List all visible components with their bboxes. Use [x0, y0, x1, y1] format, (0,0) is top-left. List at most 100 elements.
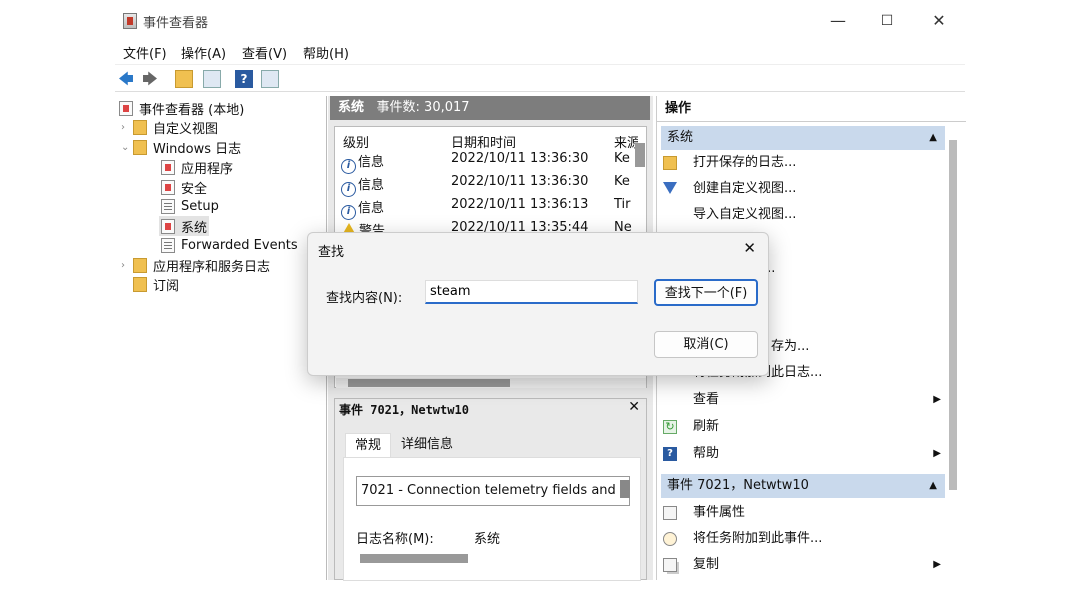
folder-icon — [133, 119, 147, 135]
action-label: 将任务附加到此事件... — [693, 531, 823, 546]
section-label: 系统 — [667, 130, 694, 145]
menu-action[interactable]: 操作(A) — [181, 43, 226, 62]
event-detail-body: 7021 - Connection telemetry fields and a… — [343, 457, 641, 581]
maximize-button[interactable]: ☐ — [867, 6, 907, 36]
open-folder-icon — [663, 156, 677, 170]
tree-label-subscriptions: 订阅 — [153, 278, 180, 294]
tree-item-application[interactable]: 应用程序 — [161, 157, 233, 177]
log-icon — [161, 218, 175, 234]
event-count: 事件数: 30,017 — [376, 100, 470, 115]
submenu-arrow-icon: ▶ — [933, 394, 941, 405]
tree-label-forwarded: Forwarded Events — [181, 237, 298, 253]
detail-hscrollbar[interactable] — [360, 554, 468, 563]
action-label: 查看 — [693, 392, 720, 407]
tree-item-system[interactable]: 系统 — [161, 216, 207, 236]
action-event-properties[interactable]: 事件属性 — [663, 502, 947, 524]
action-import-custom-view[interactable]: 导入自定义视图... — [663, 204, 947, 226]
log-name-value: 系统 — [474, 532, 501, 547]
log-document-icon — [161, 198, 175, 214]
action-label: 打开保存的日志... — [693, 155, 797, 170]
show-hide-tree-icon[interactable] — [203, 70, 221, 88]
actions-header: 操作 — [657, 96, 966, 122]
table-row[interactable]: i 信息 2022/10/11 13:36:30 Ke — [335, 149, 646, 174]
chevron-right-icon[interactable]: › — [121, 260, 133, 271]
navigation-tree: 事件查看器 (本地) › 自定义视图 ⌄ Windows 日志 应用程序 安全 … — [115, 96, 327, 580]
action-label: 存为... — [771, 339, 810, 354]
tree-item-subscriptions[interactable]: 订阅 — [133, 274, 179, 294]
tree-label-custom-views: 自定义视图 — [153, 121, 219, 137]
action-refresh[interactable]: ↻ 刷新 — [663, 416, 947, 438]
actions-section-event[interactable]: 事件 7021，Netwtw10 ▲ — [661, 474, 945, 498]
action-attach-task-event[interactable]: 将任务附加到此事件... — [663, 528, 947, 550]
action-label: 创建自定义视图... — [693, 181, 797, 196]
submenu-arrow-icon: ▶ — [933, 559, 941, 570]
log-icon — [161, 179, 175, 195]
menu-file[interactable]: 文件(F) — [123, 43, 167, 62]
tree-item-windows-logs[interactable]: ⌄ Windows 日志 — [121, 137, 241, 157]
action-label: 事件属性 — [693, 505, 746, 520]
close-button[interactable]: ✕ — [919, 6, 959, 36]
collapse-caret-icon[interactable]: ▲ — [929, 474, 937, 498]
folder-open-icon — [133, 139, 147, 155]
minimize-button[interactable]: — — [818, 6, 858, 36]
event-description[interactable]: 7021 - Connection telemetry fields and a — [356, 476, 630, 506]
chevron-down-icon[interactable]: ⌄ — [121, 142, 133, 153]
actions-scrollbar[interactable] — [949, 140, 957, 490]
find-dialog: 查找 ✕ 查找内容(N): 查找下一个(F) 取消(C) — [307, 232, 769, 376]
close-icon[interactable]: ✕ — [628, 399, 640, 415]
tab-details[interactable]: 详细信息 — [401, 433, 453, 457]
row-datetime: 2022/10/11 13:36:30 — [451, 151, 589, 166]
title-bar: 事件查看器 — ☐ ✕ — [115, 0, 965, 40]
action-create-custom-view[interactable]: 创建自定义视图... — [663, 178, 947, 200]
actions-section-system[interactable]: 系统 ▲ — [661, 126, 945, 150]
collapse-caret-icon[interactable]: ▲ — [929, 126, 937, 150]
tree-item-apps-services[interactable]: › 应用程序和服务日志 — [121, 255, 270, 275]
table-row[interactable]: i 信息 2022/10/11 13:36:13 Tir — [335, 195, 646, 220]
close-icon[interactable]: ✕ — [743, 239, 756, 257]
menu-help[interactable]: 帮助(H) — [303, 43, 349, 62]
action-label: 导入自定义视图... — [693, 207, 797, 222]
scroll-thumb[interactable] — [348, 379, 510, 387]
tree-item-security[interactable]: 安全 — [161, 177, 207, 197]
folder-up-icon[interactable] — [175, 70, 193, 88]
find-input[interactable] — [425, 280, 638, 304]
table-row[interactable]: i 信息 2022/10/11 13:36:30 Ke — [335, 172, 646, 197]
window-title: 事件查看器 — [143, 16, 209, 31]
back-arrow-icon[interactable]: 🡄 — [117, 70, 135, 88]
event-viewer-app-icon — [123, 13, 137, 29]
folder-icon — [133, 257, 147, 273]
help-icon: ? — [663, 447, 677, 461]
tab-general[interactable]: 常规 — [345, 433, 391, 457]
tree-item-setup[interactable]: Setup — [161, 196, 219, 216]
action-help[interactable]: ? 帮助 ▶ — [663, 443, 947, 465]
tree-item-root[interactable]: 事件查看器 (本地) — [119, 98, 244, 118]
forward-arrow-icon[interactable]: 🡆 — [141, 70, 159, 88]
description-scrollbar[interactable] — [620, 480, 630, 498]
chevron-right-icon[interactable]: › — [121, 122, 133, 133]
tree-item-forwarded-events[interactable]: Forwarded Events — [161, 235, 298, 255]
row-datetime: 2022/10/11 13:36:30 — [451, 174, 589, 189]
action-copy[interactable]: 复制 ▶ — [663, 554, 947, 576]
event-list-hscrollbar[interactable] — [336, 378, 646, 388]
log-pane-title: 系统 — [338, 100, 365, 115]
action-label: 帮助 — [693, 446, 720, 461]
find-dialog-title: 查找 — [318, 245, 345, 260]
row-source: Ke — [614, 151, 630, 166]
find-next-button[interactable]: 查找下一个(F) — [654, 279, 758, 306]
action-open-saved-log[interactable]: 打开保存的日志... — [663, 152, 947, 174]
row-level: 信息 — [358, 201, 385, 216]
tree-item-custom-views[interactable]: › 自定义视图 — [121, 117, 218, 137]
row-datetime: 2022/10/11 13:36:13 — [451, 197, 589, 212]
refresh-icon: ↻ — [663, 420, 677, 434]
action-view[interactable]: 查看 ▶ — [663, 389, 947, 411]
row-level: 信息 — [358, 178, 385, 193]
menu-view[interactable]: 查看(V) — [242, 43, 287, 62]
log-name-label: 日志名称(M): — [356, 532, 434, 547]
action-label: 复制 — [693, 557, 720, 572]
row-level: 信息 — [358, 155, 385, 170]
cancel-button[interactable]: 取消(C) — [654, 331, 758, 358]
log-document-icon — [161, 237, 175, 253]
help-icon[interactable]: ? — [235, 70, 253, 88]
show-hide-action-pane-icon[interactable] — [261, 70, 279, 88]
tree-label-system: 系统 — [181, 220, 208, 236]
